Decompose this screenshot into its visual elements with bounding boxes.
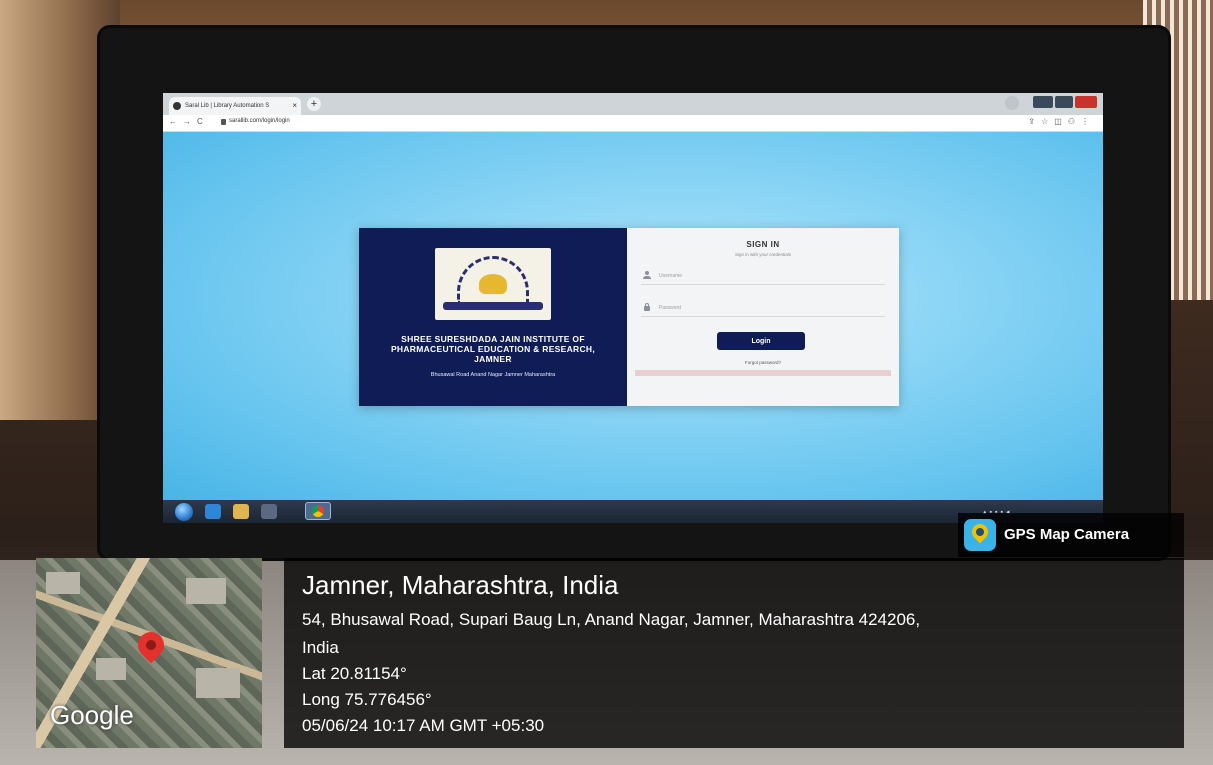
- forgot-password-link[interactable]: Forgot password?: [627, 360, 899, 365]
- footer-strip: [635, 370, 891, 376]
- new-tab-button[interactable]: +: [307, 97, 321, 111]
- address-line-2: India: [302, 638, 339, 657]
- tab-favicon-icon: [173, 102, 181, 110]
- browser-tab-bar: Saral Lib | Library Automation S × +: [163, 93, 1103, 115]
- window-controls: [1027, 96, 1097, 110]
- datetime-stamp: 05/06/24 10:17 AM GMT +05:30: [302, 716, 545, 735]
- map-building: [46, 572, 80, 594]
- nav-back-forward-reload-icons[interactable]: ←→C: [169, 117, 209, 126]
- login-card: SHREE SURESHDADA JAIN INSTITUTE OF PHARM…: [359, 228, 899, 406]
- login-page: SHREE SURESHDADA JAIN INSTITUTE OF PHARM…: [163, 132, 1103, 500]
- place-title: Jamner, Maharashtra, India: [302, 570, 619, 600]
- internet-explorer-icon[interactable]: [205, 504, 221, 519]
- close-window-button[interactable]: [1075, 96, 1097, 108]
- signin-subtitle: Sign in with your credentials: [734, 252, 792, 257]
- address-bar: ←→C sarallib.com/login/login ⇪☆◫⚇⋮: [163, 115, 1103, 132]
- toolbar-icons[interactable]: ⇪☆◫⚇⋮: [1028, 117, 1095, 126]
- media-player-icon[interactable]: [261, 504, 277, 519]
- institute-panel: SHREE SURESHDADA JAIN INSTITUTE OF PHARM…: [359, 228, 627, 406]
- map-building: [196, 668, 240, 698]
- password-lock-icon: [643, 303, 651, 311]
- tab-title: Saral Lib | Library Automation S: [185, 103, 270, 109]
- signin-panel: SIGN IN Sign in with your credentials Lo…: [627, 228, 899, 406]
- location-info-panel: Jamner, Maharashtra, India 54, Bhusawal …: [284, 558, 1184, 748]
- map-building: [186, 578, 226, 604]
- institute-address: Bhusawal Road Anand Nagar Jamner Maharas…: [430, 372, 556, 378]
- login-button[interactable]: Login: [717, 332, 805, 350]
- browser-tab[interactable]: Saral Lib | Library Automation S ×: [169, 97, 301, 115]
- logo-book-icon: [479, 274, 507, 294]
- longitude: Long 75.776456°: [302, 690, 432, 709]
- maximize-button[interactable]: [1055, 96, 1073, 108]
- gps-map-camera-badge: GPS Map Camera: [958, 513, 1184, 557]
- chrome-icon[interactable]: [305, 502, 331, 520]
- latitude: Lat 20.81154°: [302, 664, 407, 683]
- map-provider-label: Google: [50, 700, 134, 730]
- logo-band: [443, 302, 543, 310]
- profile-icon[interactable]: [1005, 96, 1019, 110]
- map-pin-icon: [132, 626, 170, 664]
- map-building: [96, 658, 126, 680]
- minimize-button[interactable]: [1033, 96, 1053, 108]
- signin-title: SIGN IN: [746, 240, 780, 249]
- tab-close-icon[interactable]: ×: [292, 97, 297, 115]
- address-line-1: 54, Bhusawal Road, Supari Baug Ln, Anand…: [302, 610, 921, 629]
- lock-icon: [221, 119, 226, 125]
- username-input[interactable]: [659, 270, 879, 282]
- institute-logo: [435, 248, 551, 320]
- user-icon: [643, 271, 651, 279]
- file-explorer-icon[interactable]: [233, 504, 249, 519]
- institute-name: SHREE SURESHDADA JAIN INSTITUTE OF PHARM…: [390, 334, 596, 364]
- url-text[interactable]: sarallib.com/login/login: [229, 118, 290, 124]
- gps-camera-icon: [964, 519, 996, 551]
- monitor-screen: Saral Lib | Library Automation S × + ←→C…: [163, 93, 1103, 523]
- windows-start-icon[interactable]: [175, 503, 193, 521]
- gps-app-name: GPS Map Camera: [1004, 526, 1130, 543]
- password-field: [641, 300, 885, 317]
- password-input[interactable]: [659, 302, 879, 314]
- map-thumbnail: Google: [36, 558, 262, 748]
- username-field: [641, 268, 885, 285]
